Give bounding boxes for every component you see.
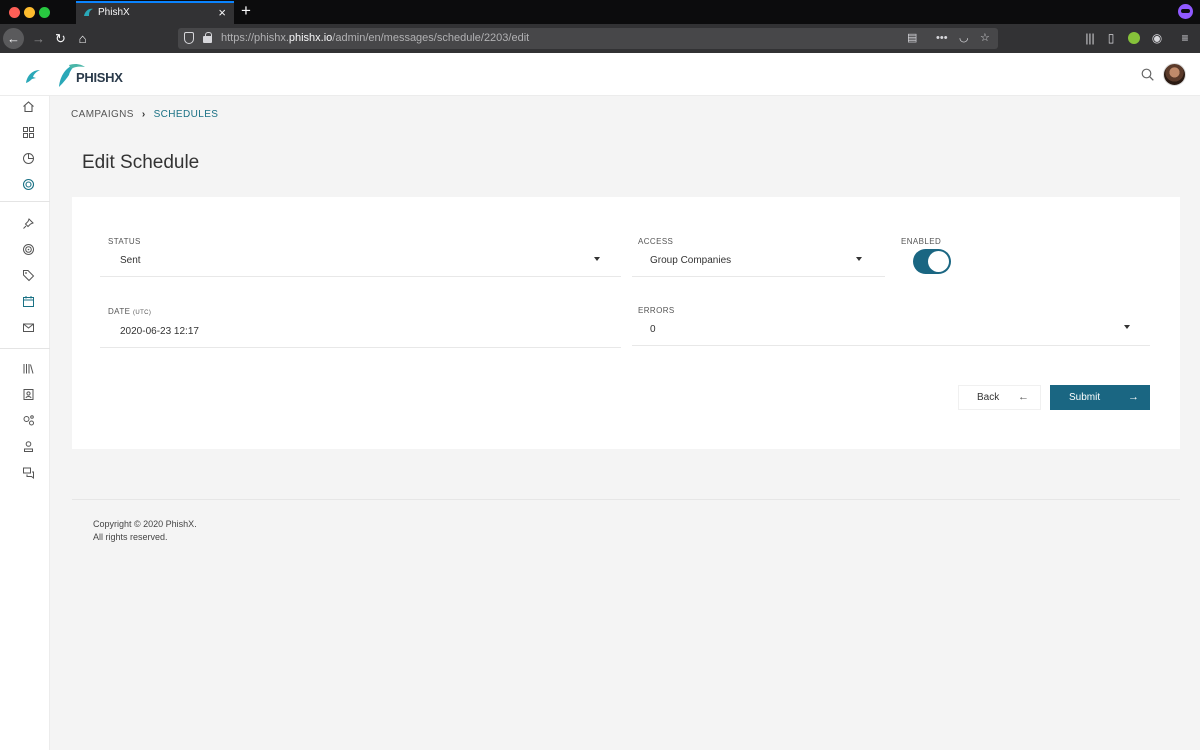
maximize-window-button[interactable] [39,7,50,18]
main-content: CAMPAIGNS › SCHEDULES Edit Schedule STATUS… [50,96,1200,750]
schedule-calendar-icon[interactable] [22,295,35,308]
logo-text: PHISHX [76,70,123,85]
search-icon[interactable] [1141,68,1154,81]
reports-pie-icon[interactable] [22,152,35,165]
pocket-icon[interactable]: ◡ [959,28,969,49]
browser-tab-bar: PhishX × + [0,0,1200,24]
errors-label: ERRORS [638,306,675,315]
browser-navigation-bar: ← → ↻ ⌂ https://phishx.phishx.io/admin/e… [0,24,1200,53]
account-icon[interactable]: ◉ [1147,28,1167,49]
home-icon[interactable] [22,100,35,113]
status-select[interactable]: Sent [120,255,141,266]
arrow-right-icon: → [1128,391,1139,403]
menu-icon[interactable]: ≡ [1175,28,1195,49]
new-tab-button[interactable]: + [241,1,251,21]
minimize-window-button[interactable] [24,7,35,18]
chevron-down-icon[interactable] [856,257,862,261]
errors-select[interactable]: 0 [650,324,656,335]
tab-title: PhishX [98,7,130,18]
sidebar-divider [0,201,50,202]
dashboard-grid-icon[interactable] [22,126,35,139]
footer: Copyright © 2020 PhishX. All rights rese… [93,518,197,544]
breadcrumb: CAMPAIGNS › SCHEDULES [71,109,218,120]
mail-icon[interactable] [22,321,35,334]
back-button[interactable]: Back ← [958,385,1041,410]
page-title: Edit Schedule [82,152,200,173]
back-button[interactable]: ← [3,28,24,49]
target-icon[interactable] [22,243,35,256]
access-select[interactable]: Group Companies [650,255,731,266]
phishx-favicon-icon [84,8,93,16]
submit-button[interactable]: Submit → [1050,385,1150,410]
forward-button[interactable]: → [28,28,49,49]
reader-view-icon[interactable]: ▤ [907,28,917,49]
pin-icon[interactable] [22,217,35,230]
access-label: ACCESS [638,237,674,246]
private-browsing-icon [1178,4,1193,19]
lock-icon[interactable] [203,32,212,43]
schedule-form-card: STATUS Sent ACCESS Group Companies ENABL… [72,197,1180,449]
extension-icon[interactable] [1128,32,1140,44]
app-header: PHISHX [0,53,1200,96]
tab-close-icon[interactable]: × [218,3,226,23]
tracking-protection-icon[interactable] [184,32,194,44]
sidebar-toggle-icon[interactable]: ▯ [1101,28,1121,49]
chevron-down-icon[interactable] [1124,325,1130,329]
breadcrumb-item-schedules[interactable]: SCHEDULES [154,109,219,120]
home-button[interactable]: ⌂ [72,28,93,49]
sidebar [0,96,50,750]
enabled-label: ENABLED [901,237,942,246]
chevron-right-icon: › [141,109,146,120]
arrow-left-icon: ← [1018,391,1029,403]
page-actions-icon[interactable]: ••• [936,28,948,49]
library-icon[interactable]: ||| [1080,28,1100,49]
reload-button[interactable]: ↻ [50,28,71,49]
enabled-toggle[interactable] [913,249,951,274]
settings-gears-icon[interactable] [22,414,35,427]
sidebar-divider [0,348,50,349]
errors-underline [632,345,1150,346]
close-window-button[interactable] [9,7,20,18]
date-input[interactable]: 2020-06-23 12:17 [120,326,199,337]
breadcrumb-item-campaigns[interactable]: CAMPAIGNS [71,109,134,120]
date-label: DATE (UTC) [108,307,152,316]
user-icon[interactable] [22,440,35,453]
contact-card-icon[interactable] [22,388,35,401]
dolphin-logo-icon[interactable] [24,67,42,85]
chevron-down-icon[interactable] [594,257,600,261]
date-underline [100,347,621,348]
url-text[interactable]: https://phishx.phishx.io/admin/en/messag… [221,28,529,49]
user-avatar[interactable] [1163,63,1186,86]
browser-tab[interactable]: PhishX × [76,1,234,24]
bookmark-star-icon[interactable]: ☆ [980,28,990,49]
status-label: STATUS [108,237,141,246]
access-underline [632,276,885,277]
copyright-text: Copyright © 2020 PhishX. [93,519,197,529]
library-books-icon[interactable] [22,362,35,375]
chat-bubbles-icon[interactable] [22,466,35,479]
tags-icon[interactable] [22,269,35,282]
address-bar[interactable]: https://phishx.phishx.io/admin/en/messag… [178,28,998,49]
toggle-knob [928,251,949,272]
campaigns-target-icon[interactable] [22,178,35,191]
status-underline [100,276,621,277]
footer-divider [72,499,1180,500]
rights-text: All rights reserved. [93,532,168,542]
